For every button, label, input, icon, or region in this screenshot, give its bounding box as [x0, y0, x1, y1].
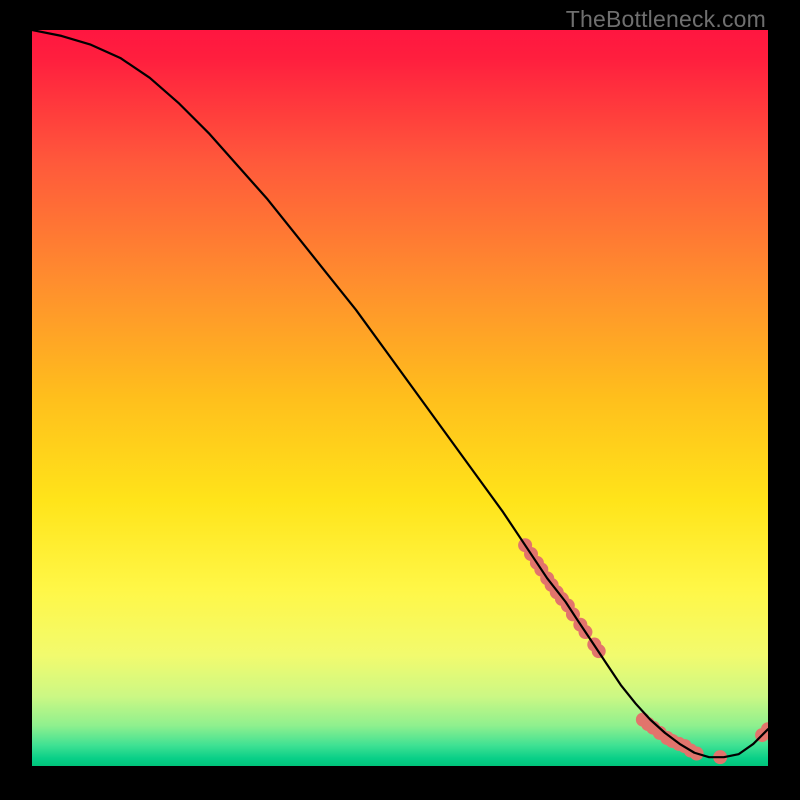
- watermark-text: TheBottleneck.com: [566, 6, 766, 33]
- chart-svg: [32, 30, 768, 766]
- gradient-background: [32, 30, 768, 766]
- plot-area: [32, 30, 768, 766]
- chart-stage: TheBottleneck.com: [0, 0, 800, 800]
